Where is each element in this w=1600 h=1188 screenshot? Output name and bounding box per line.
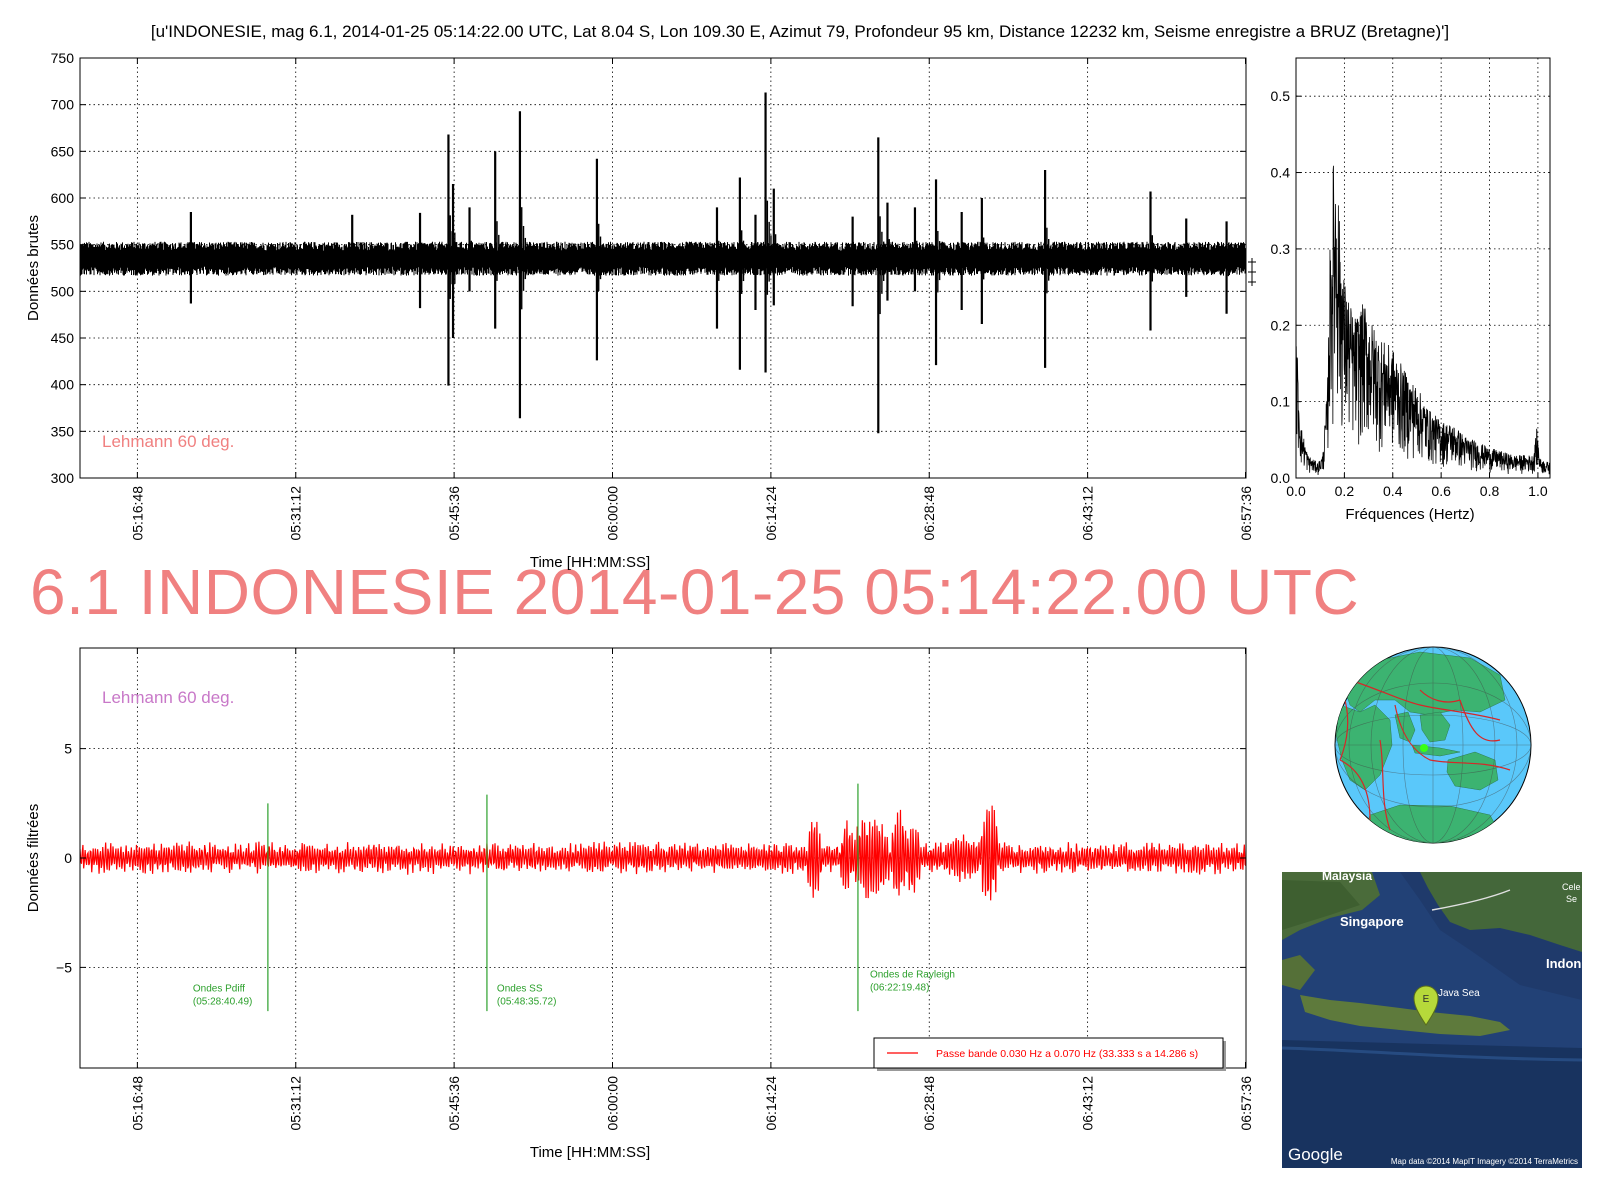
map-label: Cele — [1562, 882, 1581, 892]
map-label: Se — [1566, 894, 1577, 904]
fft-chart: 0.0 0.2 0.4 0.6 0.8 1.00.00.10.20.30.40.5 Fré… — [1271, 57, 1551, 523]
raw-ytick-label: 500 — [51, 283, 75, 299]
filtered-ytick-label: 5 — [64, 741, 72, 757]
fft-xtick-label: 0.8 — [1480, 483, 1500, 499]
fft-ytick-label: 0.2 — [1271, 317, 1291, 333]
globe-inset — [1334, 646, 1532, 844]
map-label: Java Sea — [1438, 988, 1480, 999]
filtered-series — [80, 805, 1246, 901]
fft-xtick-label: 0.4 — [1383, 483, 1403, 499]
raw-noise-band — [80, 241, 1246, 276]
raw-ytick-label: 650 — [51, 143, 75, 159]
raw-ytick-label: 450 — [51, 330, 75, 346]
filtered-trace — [80, 805, 1246, 901]
filtered-annotation: Lehmann 60 deg. — [102, 688, 234, 707]
fft-trace — [1296, 165, 1550, 476]
raw-ytick-label: 550 — [51, 237, 75, 253]
raw-xtick-label: 06:43:12 — [1080, 486, 1096, 541]
filtered-ytick-label: −5 — [56, 959, 72, 975]
fft-ytick-label: 0.5 — [1271, 88, 1291, 104]
filtered-xtick-label: 05:45:36 — [446, 1076, 462, 1131]
fft-xlabel: Fréquences (Hertz) — [1345, 506, 1474, 523]
phase-marker-time: (06:22:19.48) — [870, 982, 930, 993]
phase-markers: Ondes Pdiff (05:28:40.49) Ondes SS (05:48:3… — [193, 783, 955, 1012]
raw-xtick-label: 06:14:24 — [763, 486, 779, 541]
fft-ytick-label: 0.4 — [1271, 165, 1291, 181]
map-label: Singapore — [1340, 914, 1404, 929]
raw-trace — [80, 92, 1246, 434]
phase-marker-label: Ondes SS — [497, 983, 543, 994]
satellite-map: Malaysia Singapore Java Sea Indon Cele Se E G… — [1282, 869, 1582, 1168]
phase-marker-label: Ondes de Rayleigh — [870, 969, 955, 980]
map-credit: Map data ©2014 MapIT Imagery ©2014 Terra… — [1391, 1157, 1578, 1166]
raw-xtick-label: 05:45:36 — [446, 486, 462, 541]
epicenter-marker — [1420, 744, 1428, 752]
raw-ytick-label: 750 — [51, 50, 75, 66]
google-logo: Google — [1288, 1145, 1343, 1164]
raw-chart: 300 350 400 450 500 550 600 650 700 750 05:16:48 05… — [25, 50, 1256, 571]
filtered-legend: Passe bande 0.030 Hz a 0.070 Hz (33.333 … — [873, 1037, 1226, 1071]
seismogram-figure: 30035040045050055060065070075005:16:48 05… — [25, 50, 1582, 1168]
filtered-xtick-label: 05:31:12 — [288, 1076, 304, 1131]
filtered-ylabel: Données filtrées — [25, 804, 42, 912]
raw-ylabel: Données brutes — [25, 215, 42, 321]
map-label: Indon — [1546, 956, 1581, 971]
raw-edge-marks — [1248, 258, 1256, 286]
raw-xtick-label: 06:57:36 — [1238, 486, 1254, 541]
fft-ytick-label: 0.0 — [1271, 470, 1291, 486]
raw-ytick-label: 300 — [51, 470, 75, 486]
phase-marker-time: (05:28:40.49) — [193, 996, 253, 1007]
raw-ytick-label: 400 — [51, 377, 75, 393]
filtered-ytick-label: 0 — [64, 850, 72, 866]
phase-marker-label: Ondes Pdiff — [193, 983, 245, 994]
filtered-xtick-label: 06:00:00 — [604, 1076, 620, 1131]
fft-ytick-label: 0.1 — [1271, 394, 1291, 410]
filtered-xtick-label: 06:28:48 — [921, 1076, 937, 1131]
filtered-xtick-label: 06:14:24 — [763, 1076, 779, 1131]
raw-xtick-label: 06:00:00 — [604, 486, 620, 541]
filtered-xtick-label: 06:43:12 — [1080, 1076, 1096, 1131]
filtered-xtick-label: 05:16:48 — [129, 1076, 145, 1131]
legend-label: Passe bande 0.030 Hz a 0.070 Hz (33.333 … — [936, 1048, 1198, 1060]
raw-xtick-label: 05:16:48 — [129, 486, 145, 541]
map-pin-letter: E — [1423, 994, 1430, 1005]
raw-ytick-label: 700 — [51, 97, 75, 113]
filtered-xtick-label: 06:57:36 — [1238, 1076, 1254, 1131]
fft-ytick-label: 0.3 — [1271, 241, 1291, 257]
raw-ytick-label: 600 — [51, 190, 75, 206]
raw-axes: 300 350 400 450 500 550 600 650 700 750 05:16:48 05… — [51, 50, 1254, 541]
filtered-chart: Ondes Pdiff (05:28:40.49) Ondes SS (05:48:3… — [25, 647, 1254, 1161]
raw-annotation: Lehmann 60 deg. — [102, 432, 234, 451]
raw-ytick-label: 350 — [51, 423, 75, 439]
raw-xtick-label: 06:28:48 — [921, 486, 937, 541]
raw-xtick-label: 05:31:12 — [288, 486, 304, 541]
fft-xtick-label: 1.0 — [1528, 483, 1548, 499]
fft-spectrum — [1296, 165, 1550, 476]
filtered-xlabel: Time [HH:MM:SS] — [530, 1144, 650, 1161]
map-label: Malaysia — [1322, 869, 1372, 883]
raw-xlabel: Time [HH:MM:SS] — [530, 554, 650, 571]
fft-xtick-label: 0.6 — [1431, 483, 1451, 499]
phase-marker-time: (05:48:35.72) — [497, 996, 557, 1007]
fft-xtick-label: 0.2 — [1335, 483, 1355, 499]
